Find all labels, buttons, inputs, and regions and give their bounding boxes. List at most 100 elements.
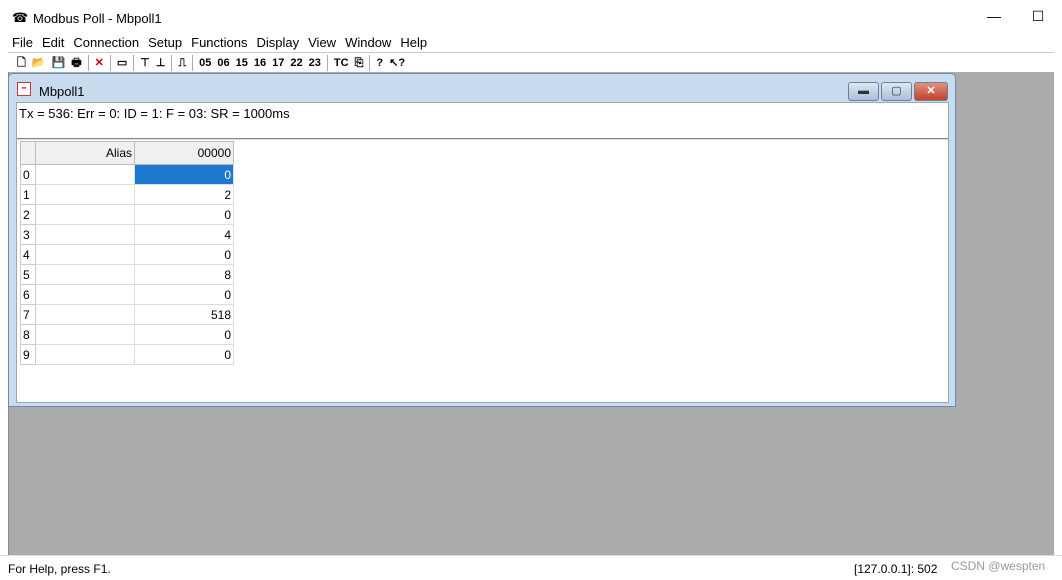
- row-number: 1: [20, 184, 36, 205]
- help-icon[interactable]: ?: [373, 54, 386, 72]
- alias-cell[interactable]: [35, 184, 135, 205]
- row-number: 5: [20, 264, 36, 285]
- corner-header: [20, 141, 36, 165]
- menu-file[interactable]: File: [8, 34, 38, 52]
- table-row: 40: [20, 244, 234, 265]
- toolbar-separator: [109, 54, 111, 71]
- value-cell[interactable]: 0: [134, 344, 234, 365]
- alias-cell[interactable]: [35, 304, 135, 325]
- menu-edit[interactable]: Edit: [38, 34, 69, 52]
- menu-display[interactable]: Display: [253, 34, 305, 52]
- maximize-button[interactable]: ☐: [1023, 8, 1053, 28]
- poll-icon: ▪▪: [17, 82, 31, 96]
- menu-help[interactable]: Help: [396, 34, 432, 52]
- alias-cell[interactable]: [35, 324, 135, 345]
- title-bar: ☎ Modbus Poll - Mbpoll1 — ☐: [0, 0, 1062, 34]
- menu-connection[interactable]: Connection: [69, 34, 144, 52]
- table-row: 7 518: [20, 304, 234, 325]
- disconnect-icon[interactable]: ⊥: [153, 54, 169, 72]
- table-row: 34: [20, 224, 234, 245]
- help-text: For Help, press F1.: [8, 562, 111, 576]
- save-icon[interactable]: 💾: [49, 54, 69, 72]
- toolbar-separator: [87, 54, 89, 71]
- menu-view[interactable]: View: [304, 34, 341, 52]
- table-row: 00: [20, 164, 234, 185]
- toolbar-separator: [133, 54, 135, 71]
- print-icon[interactable]: 🖶: [68, 54, 84, 72]
- toolbar-separator: [326, 54, 328, 71]
- minimize-button[interactable]: —: [979, 8, 1009, 28]
- menu-bar: File Edit Connection Setup Functions Display V…: [8, 34, 1054, 52]
- value-cell[interactable]: 0: [134, 284, 234, 305]
- connection-status: [127.0.0.1]: 502: [854, 562, 938, 576]
- child-title: Mbpoll1: [39, 84, 85, 99]
- value-cell[interactable]: 0: [134, 164, 234, 185]
- column-header-address[interactable]: 00000: [134, 141, 234, 165]
- row-number: 3: [20, 224, 36, 245]
- table-row: 58: [20, 264, 234, 285]
- window-icon[interactable]: ▭: [114, 54, 130, 72]
- row-number: 9: [20, 344, 36, 365]
- child-window: ▪▪ Mbpoll1 ▬ ▢ ✕ Tx = 536: Err = 0: ID =…: [8, 73, 956, 407]
- function-15-button[interactable]: 15: [233, 54, 251, 72]
- register-grid: Alias 00000 0 0 1 2 2 0 3 4 4 0 5 8 6 0 7 518 8 0 9 0: [20, 141, 234, 365]
- table-row: 80: [20, 324, 234, 345]
- function-06-button[interactable]: 06: [214, 54, 232, 72]
- menu-functions[interactable]: Functions: [187, 34, 252, 52]
- new-icon[interactable]: 🗋: [14, 54, 29, 72]
- row-number: 4: [20, 244, 36, 265]
- row-number: 0: [20, 164, 36, 185]
- column-header-alias[interactable]: Alias: [35, 141, 135, 165]
- toolbar-separator: [369, 54, 371, 71]
- toolbar-separator: [192, 54, 194, 71]
- value-cell[interactable]: 0: [134, 324, 234, 345]
- value-cell[interactable]: 0: [134, 244, 234, 265]
- value-cell[interactable]: 0: [134, 204, 234, 225]
- value-cell[interactable]: 2: [134, 184, 234, 205]
- child-minimize-button[interactable]: ▬: [848, 82, 879, 101]
- status-bar: For Help, press F1. [127.0.0.1]: 502 CSD…: [0, 555, 1062, 580]
- function-17-button[interactable]: 17: [269, 54, 287, 72]
- app-title: Modbus Poll - Mbpoll1: [33, 11, 162, 26]
- value-cell[interactable]: 518: [134, 304, 234, 325]
- delete-icon[interactable]: ✕: [92, 54, 107, 72]
- row-number: 2: [20, 204, 36, 225]
- alias-cell[interactable]: [35, 244, 135, 265]
- function-22-button[interactable]: 22: [287, 54, 305, 72]
- toolbar-separator: [171, 54, 173, 71]
- app-icon: ☎: [12, 10, 29, 25]
- alias-cell[interactable]: [35, 264, 135, 285]
- value-cell[interactable]: 4: [134, 224, 234, 245]
- menu-setup[interactable]: Setup: [144, 34, 187, 52]
- function-05-button[interactable]: 05: [196, 54, 214, 72]
- open-icon[interactable]: 📂: [29, 54, 49, 72]
- traffic-button[interactable]: TC: [331, 54, 352, 72]
- row-number: 6: [20, 284, 36, 305]
- function-23-button[interactable]: 23: [306, 54, 324, 72]
- alias-cell[interactable]: [35, 204, 135, 225]
- function-16-button[interactable]: 16: [251, 54, 269, 72]
- divider: [17, 138, 948, 140]
- alias-cell[interactable]: [35, 164, 135, 185]
- child-close-button[interactable]: ✕: [914, 82, 948, 101]
- value-cell[interactable]: 8: [134, 264, 234, 285]
- poll-status: Tx = 536: Err = 0: ID = 1: F = 03: SR = …: [19, 106, 290, 121]
- connect-icon[interactable]: ⊤: [137, 54, 153, 72]
- context-help-icon[interactable]: ↖?: [386, 54, 408, 72]
- pulse-icon[interactable]: ⎍: [175, 54, 189, 72]
- row-number: 7: [20, 304, 36, 325]
- table-row: 12: [20, 184, 234, 205]
- client-area: Tx = 536: Err = 0: ID = 1: F = 03: SR = …: [16, 102, 949, 403]
- log-icon[interactable]: ⎘: [352, 54, 367, 72]
- watermark: CSDN @wespten: [951, 559, 1046, 573]
- alias-cell[interactable]: [35, 344, 135, 365]
- alias-cell[interactable]: [35, 284, 135, 305]
- table-row: 60: [20, 284, 234, 305]
- row-number: 8: [20, 324, 36, 345]
- table-row: 90: [20, 344, 234, 365]
- child-restore-button[interactable]: ▢: [881, 82, 912, 101]
- toolbar: 🗋 📂 💾 🖶 ✕ ▭ ⊤ ⊥ ⎍ 05 06 15 16 17 22 23 TC ⎘? ↖?: [8, 52, 1054, 72]
- table-row: 20: [20, 204, 234, 225]
- menu-window[interactable]: Window: [341, 34, 396, 52]
- alias-cell[interactable]: [35, 224, 135, 245]
